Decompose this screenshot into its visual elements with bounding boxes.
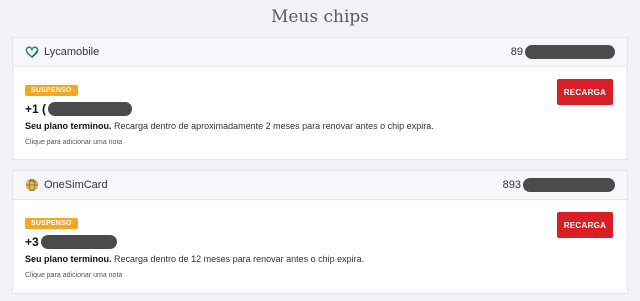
redacted-mask [48, 102, 133, 116]
page-title: Meus chips [270, 7, 370, 27]
plan-message-text: Recarga dentro de 12 meses para renovar … [111, 254, 365, 264]
provider-name: Lycamobile [44, 46, 100, 58]
redacted-mask [40, 235, 117, 249]
sim-number-prefix: 893 [502, 179, 521, 191]
provider: Lycamobile [25, 45, 99, 59]
plan-message-text: Recarga dentro de aproximadamente 2 mese… [111, 121, 434, 131]
chip-card-header: OneSimCard 893 [13, 171, 627, 200]
provider-name: OneSimCard [44, 179, 108, 191]
sim-number: 89 [511, 38, 615, 66]
plan-message: Seu plano terminou. Recarga dentro de ap… [25, 121, 615, 131]
chip-card: OneSimCard 893 SUSPENSO +3 Seu plano ter… [12, 170, 628, 294]
provider: OneSimCard [25, 178, 108, 192]
plan-message-bold: Seu plano terminou. [25, 121, 112, 131]
plan-message: Seu plano terminou. Recarga dentro de 12… [25, 254, 615, 264]
recharge-button[interactable]: RECARGA [557, 79, 613, 105]
chip-card-body: SUSPENSO +1 ( Seu plano terminou. Recarg… [13, 67, 627, 146]
status-badge: SUSPENSO [25, 85, 78, 96]
phone-number-prefix: +1 ( [25, 102, 47, 116]
redacted-mask [525, 45, 615, 59]
sim-number: 893 [503, 171, 615, 199]
plan-message-bold: Seu plano terminou. [25, 254, 112, 264]
phone-number: +3 [25, 235, 615, 249]
phone-number-prefix: +3 [25, 235, 39, 249]
recharge-button[interactable]: RECARGA [557, 212, 613, 238]
sim-number-prefix: 89 [510, 46, 523, 58]
onesimcard-globe-icon [26, 179, 38, 191]
redacted-mask [523, 178, 615, 192]
chip-card-header: Lycamobile 89 [13, 38, 627, 67]
chip-card: Lycamobile 89 SUSPENSO +1 ( Seu plano te… [12, 37, 628, 160]
status-badge: SUSPENSO [25, 218, 78, 229]
lycamobile-heart-icon [25, 46, 39, 58]
add-note-link[interactable]: Clique para adicionar uma nota [25, 139, 615, 146]
phone-number: +1 ( [25, 102, 615, 116]
add-note-link[interactable]: Clique para adicionar uma nota [25, 272, 615, 279]
chip-card-body: SUSPENSO +3 Seu plano terminou. Recarga … [13, 200, 627, 279]
